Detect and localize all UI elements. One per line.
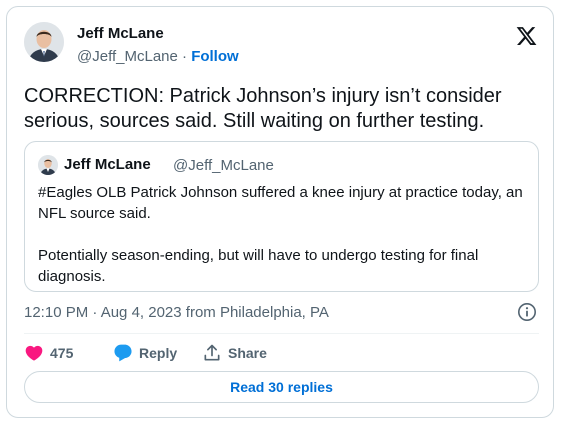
quoted-tweet-text: #Eagles OLB Patrick Johnson suffered a k… bbox=[38, 182, 528, 287]
quoted-author-name: Jeff McLane bbox=[64, 156, 151, 173]
author-name[interactable]: Jeff McLane bbox=[77, 25, 164, 42]
reply-label: Reply bbox=[139, 345, 178, 361]
tweet-text: CORRECTION: Patrick Johnson’s injury isn… bbox=[24, 85, 502, 132]
author-handle[interactable]: @Jeff_McLane bbox=[77, 48, 178, 65]
share-label: Share bbox=[228, 345, 267, 361]
tweet-card: Jeff McLane @Jeff_McLane · Follow CORREC… bbox=[6, 6, 554, 418]
share-button[interactable]: Share bbox=[202, 343, 267, 363]
author-avatar[interactable] bbox=[24, 22, 64, 62]
share-icon bbox=[204, 344, 220, 361]
heart-icon bbox=[25, 345, 43, 361]
like-button[interactable]: 475 bbox=[24, 343, 73, 363]
quoted-tweet[interactable]: Jeff McLane @Jeff_McLane #Eagles OLB Pat… bbox=[24, 141, 539, 292]
info-icon[interactable] bbox=[517, 302, 537, 322]
follow-button[interactable]: Follow bbox=[191, 48, 239, 65]
quoted-author-avatar bbox=[38, 155, 58, 175]
quoted-paragraph-2: Potentially season-ending, but will have… bbox=[38, 247, 479, 285]
handle-separator: · bbox=[182, 48, 188, 65]
reply-bubble-icon bbox=[114, 344, 132, 362]
quoted-author-handle: @Jeff_McLane bbox=[173, 157, 274, 174]
author-handle-row: @Jeff_McLane · Follow bbox=[77, 48, 239, 65]
quoted-paragraph-1: #Eagles OLB Patrick Johnson suffered a k… bbox=[38, 184, 523, 222]
tweet-timestamp[interactable]: 12:10 PM · Aug 4, 2023 from Philadelphia… bbox=[24, 304, 329, 321]
read-replies-button[interactable]: Read 30 replies bbox=[24, 371, 539, 403]
divider bbox=[24, 333, 539, 334]
x-logo-icon[interactable] bbox=[515, 25, 538, 47]
like-count: 475 bbox=[50, 345, 74, 361]
reply-button[interactable]: Reply bbox=[113, 343, 177, 363]
